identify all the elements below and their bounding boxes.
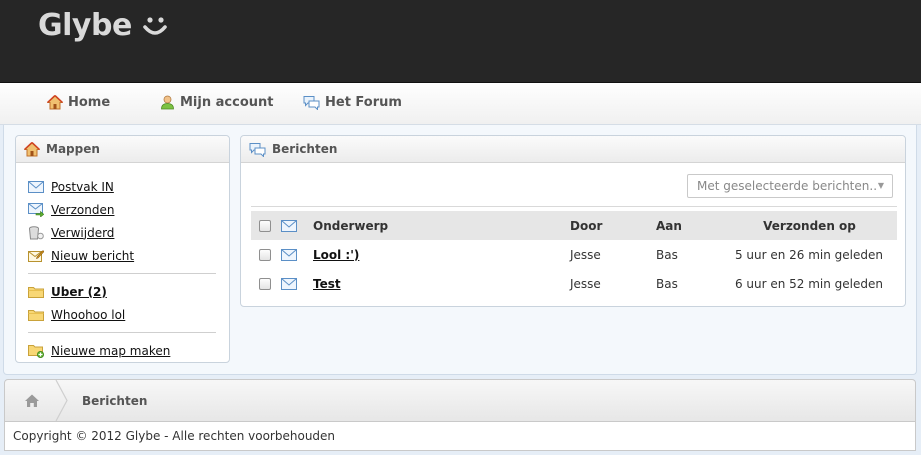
envelope-icon <box>281 249 297 261</box>
bulk-action-placeholder: Met geselecteerde berichten.. <box>697 179 878 193</box>
home-icon <box>24 141 40 156</box>
top-bar: Glybe <box>0 0 921 83</box>
copyright-text: Copyright © 2012 Glybe - Alle rechten vo… <box>13 429 336 443</box>
smiley-icon <box>142 16 167 35</box>
home-icon <box>25 394 39 407</box>
message-from: Jesse <box>570 247 601 262</box>
folder-add-icon <box>28 344 44 358</box>
envelope-icon <box>281 220 297 232</box>
speech-bubbles-icon <box>303 96 320 110</box>
folder-link-uber[interactable]: Uber (2) <box>51 285 107 299</box>
nav-home[interactable]: Home <box>47 95 110 110</box>
folder-uber[interactable]: Uber (2) <box>28 280 229 303</box>
new-folder-link[interactable]: Nieuwe map maken <box>51 344 170 358</box>
messages-panel-header: Berichten <box>241 136 905 163</box>
folder-icon <box>28 309 44 321</box>
row-checkbox[interactable] <box>259 278 271 290</box>
folder-link-inbox[interactable]: Postvak IN <box>51 180 114 194</box>
folders-panel-header: Mappen <box>16 136 229 163</box>
content-area: Mappen Postvak IN Verzonden Verwijderd N… <box>3 125 917 375</box>
compose-icon <box>28 249 44 262</box>
select-all-checkbox[interactable] <box>259 220 271 232</box>
folders-title: Mappen <box>46 142 100 156</box>
column-header-from[interactable]: Door <box>570 211 651 240</box>
column-header-to[interactable]: Aan <box>651 211 722 240</box>
table-row[interactable]: Test Jesse Bas 6 uur en 52 min geleden <box>251 269 897 298</box>
column-header-subject[interactable]: Onderwerp <box>313 211 570 240</box>
folders-panel: Mappen Postvak IN Verzonden Verwijderd N… <box>15 135 230 363</box>
divider <box>28 273 216 274</box>
folder-sent[interactable]: Verzonden <box>28 198 229 221</box>
table-row[interactable]: Lool :') Jesse Bas 5 uur en 26 min geled… <box>251 240 897 269</box>
footer: Copyright © 2012 Glybe - Alle rechten vo… <box>4 422 916 451</box>
envelope-icon <box>28 180 44 193</box>
bulk-action-select[interactable]: Met geselecteerde berichten.. ▼ <box>687 174 893 198</box>
folder-link-deleted[interactable]: Verwijderd <box>51 226 114 240</box>
messages-table: Onderwerp Door Aan Verzonden op Lool :')… <box>251 211 897 298</box>
message-subject-link[interactable]: Test <box>313 277 341 291</box>
divider <box>28 332 216 333</box>
message-sent: 5 uur en 26 min geleden <box>734 247 883 262</box>
sent-mail-icon <box>28 202 44 217</box>
folder-icon <box>28 286 44 298</box>
folder-deleted[interactable]: Verwijderd <box>28 221 229 244</box>
nav-forum[interactable]: Het Forum <box>303 95 402 110</box>
breadcrumb-home[interactable] <box>5 380 59 421</box>
logo[interactable]: Glybe <box>38 8 168 43</box>
folder-new-message[interactable]: Nieuw bericht <box>28 244 229 267</box>
message-to: Bas <box>656 276 678 291</box>
message-subject-link[interactable]: Lool :') <box>313 248 359 262</box>
breadcrumb-separator <box>55 380 68 421</box>
trash-icon <box>29 225 44 239</box>
divider <box>251 206 897 207</box>
folder-link-new-message[interactable]: Nieuw bericht <box>51 249 134 263</box>
speech-bubbles-icon <box>249 142 266 157</box>
envelope-icon <box>281 278 297 290</box>
table-header-row: Onderwerp Door Aan Verzonden op <box>251 211 897 240</box>
user-icon <box>161 95 174 110</box>
main-nav: Home Mijn account Het Forum <box>0 83 921 125</box>
messages-panel: Berichten Met geselecteerde berichten.. … <box>240 135 906 307</box>
message-to: Bas <box>656 247 678 262</box>
folder-whoohoo[interactable]: Whoohoo lol <box>28 303 229 326</box>
home-icon <box>47 95 63 110</box>
folder-link-whoohoo[interactable]: Whoohoo lol <box>51 308 125 322</box>
nav-my-account[interactable]: Mijn account <box>160 95 273 110</box>
folder-link-sent[interactable]: Verzonden <box>51 203 114 217</box>
messages-title: Berichten <box>272 142 338 156</box>
row-checkbox[interactable] <box>259 249 271 261</box>
breadcrumb: Berichten <box>4 379 916 422</box>
breadcrumb-current: Berichten <box>82 394 148 408</box>
logo-text: Glybe <box>38 8 132 43</box>
chevron-down-icon: ▼ <box>877 181 884 190</box>
column-header-sent[interactable]: Verzonden op <box>722 211 897 240</box>
new-folder[interactable]: Nieuwe map maken <box>28 339 229 362</box>
message-from: Jesse <box>570 276 601 291</box>
message-sent: 6 uur en 52 min geleden <box>734 276 883 291</box>
folder-inbox[interactable]: Postvak IN <box>28 175 229 198</box>
